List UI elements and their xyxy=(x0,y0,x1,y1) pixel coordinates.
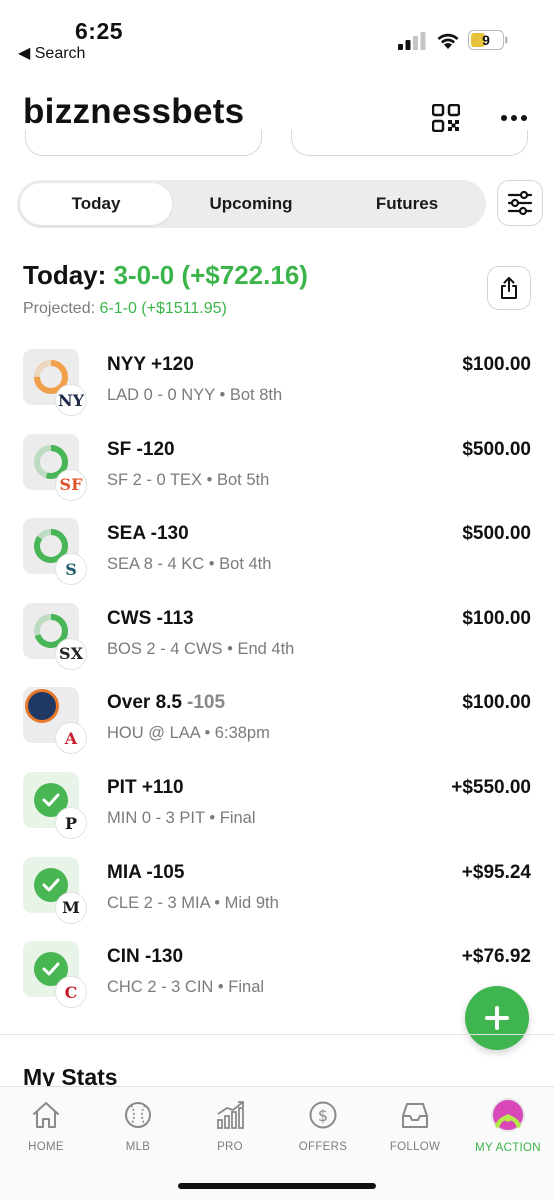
battery-level: 9 xyxy=(482,32,490,48)
bet-row[interactable]: S SEA -130 SEA 8 - 4 KC • Bot 4th $500.00 xyxy=(0,515,554,599)
bet-row[interactable]: P PIT +110 MIN 0 - 3 PIT • Final +$550.00 xyxy=(0,769,554,853)
projected-label: Projected: xyxy=(23,300,96,317)
bet-game-detail: CLE 2 - 3 MIA • Mid 9th xyxy=(107,893,279,912)
tab-upcoming[interactable]: Upcoming xyxy=(175,183,327,225)
plus-icon xyxy=(485,1006,509,1030)
tab-offers[interactable]: $ OFFERS xyxy=(277,1087,369,1167)
bet-amount: $500.00 xyxy=(462,523,531,545)
wifi-icon xyxy=(437,33,459,49)
my-stats-heading: My Stats xyxy=(23,1064,118,1086)
home-indicator[interactable] xyxy=(178,1183,376,1189)
avatar-icon xyxy=(491,1098,525,1132)
bet-row[interactable]: SX CWS -113 BOS 2 - 4 CWS • End 4th $100.00 xyxy=(0,600,554,684)
bet-pick-label: MIA -105 xyxy=(107,861,185,883)
bet-game-detail: MIN 0 - 3 PIT • Final xyxy=(107,809,256,827)
bet-amount: +$95.24 xyxy=(461,861,531,883)
team-logo-icon: SX xyxy=(55,637,87,670)
inbox-icon xyxy=(402,1103,428,1128)
bet-amount: $100.00 xyxy=(462,607,531,629)
tab-home-label: HOME xyxy=(28,1141,64,1153)
team-logo-icon: P xyxy=(55,807,87,839)
tab-offers-label: OFFERS xyxy=(298,1141,348,1153)
bet-pick: CIN -130 xyxy=(107,946,183,968)
projected-summary: Projected: 6-1-0 (+$1511.95) xyxy=(23,300,227,318)
bet-amount: $500.00 xyxy=(462,438,531,460)
tab-pro[interactable]: PRO xyxy=(184,1087,276,1167)
team-logo-icon: NY xyxy=(55,384,87,416)
tab-my-action[interactable]: MY ACTION xyxy=(462,1087,554,1167)
bet-pick-label: CIN -130 xyxy=(107,946,184,968)
bet-pick-label: SEA -130 xyxy=(107,523,189,545)
tab-my-action-label: MY ACTION xyxy=(475,1142,541,1154)
status-time: 6:25 xyxy=(75,18,124,44)
tab-follow[interactable]: FOLLOW xyxy=(369,1087,461,1167)
baseball-icon xyxy=(125,1102,151,1128)
home-icon xyxy=(33,1102,59,1128)
bet-game-detail: BOS 2 - 4 CWS • End 4th xyxy=(107,639,295,658)
page-title: bizznessbets xyxy=(23,92,245,131)
bet-pick: NYY +120 xyxy=(107,354,194,376)
tab-home[interactable]: HOME xyxy=(0,1087,92,1167)
bet-odds: -105 xyxy=(187,692,226,714)
bet-pick: SF -120 xyxy=(107,439,175,461)
team-logo-icon: M xyxy=(55,891,87,924)
add-bet-button[interactable] xyxy=(465,986,529,1050)
bet-game-detail: SEA 8 - 4 KC • Bot 4th xyxy=(107,555,272,574)
bet-game-detail: LAD 0 - 0 NYY • Bot 8th xyxy=(107,386,283,404)
bet-amount: +$550.00 xyxy=(451,777,531,798)
bet-pick-label: PIT +110 xyxy=(107,777,184,798)
tab-mlb-label: MLB xyxy=(125,1141,151,1153)
bet-amount: $100.00 xyxy=(462,692,531,714)
cellular-signal-icon xyxy=(398,32,426,50)
tab-mlb[interactable]: MLB xyxy=(92,1087,184,1167)
dollar-icon: $ xyxy=(309,1101,337,1129)
bet-row[interactable]: SF SF -120 SF 2 - 0 TEX • Bot 5th $500.00 xyxy=(0,431,554,515)
bet-pick-label: Over 8.5 xyxy=(107,692,182,714)
tab-today[interactable]: Today xyxy=(20,183,172,225)
bet-row[interactable]: A Over 8.5 -105 HOU @ LAA • 6:38pm $100.00 xyxy=(0,684,554,768)
qr-code-icon[interactable] xyxy=(432,104,460,132)
tab-futures[interactable]: Futures xyxy=(331,183,483,225)
bet-row[interactable]: M MIA -105 CLE 2 - 3 MIA • Mid 9th +$95.24 xyxy=(0,854,554,938)
bet-pick: CWS -113 xyxy=(107,608,194,630)
bet-game-detail: CHC 2 - 3 CIN • Final xyxy=(107,978,265,997)
bet-amount: $100.00 xyxy=(462,354,531,375)
team-logo-icon: S xyxy=(55,553,87,586)
projected-value: 6-1-0 (+$1511.95) xyxy=(99,300,227,317)
team-logo-icon: SF xyxy=(55,468,87,501)
today-label: Today: xyxy=(23,260,107,290)
bet-pick-label: NYY +120 xyxy=(107,354,194,375)
section-divider xyxy=(0,1034,554,1035)
team-logo-icon: A xyxy=(55,722,87,755)
status-bar: 6:25 ◀ Search 9 xyxy=(0,0,554,70)
more-options-icon[interactable] xyxy=(500,114,528,122)
bet-game-detail: SF 2 - 0 TEX • Bot 5th xyxy=(107,470,270,489)
segmented-tabs: Today Upcoming Futures xyxy=(17,180,486,228)
bet-pick: PIT +110 xyxy=(107,777,184,799)
today-summary: Today: 3-0-0 (+$722.16) xyxy=(23,260,308,291)
card-peek-right xyxy=(291,130,528,156)
share-button[interactable] xyxy=(487,266,531,310)
tab-pro-label: PRO xyxy=(217,1141,243,1153)
chart-icon xyxy=(217,1101,244,1129)
bet-pick: MIA -105 xyxy=(107,862,184,884)
svg-text:$: $ xyxy=(318,1106,328,1125)
bet-pick-label: SF -120 xyxy=(107,438,175,460)
sliders-icon xyxy=(507,190,533,216)
team-logo-icon: C xyxy=(55,976,87,1009)
tab-follow-label: FOLLOW xyxy=(389,1141,441,1153)
bet-row[interactable]: NY NYY +120 LAD 0 - 0 NYY • Bot 8th $100.00 xyxy=(0,346,554,430)
bet-pick-label: CWS -113 xyxy=(107,607,194,629)
bet-amount: +$76.92 xyxy=(461,946,531,968)
team-logo-icon xyxy=(25,689,59,724)
share-icon xyxy=(501,277,517,299)
back-to-search-link[interactable]: ◀ Search xyxy=(18,43,85,63)
card-peek-left xyxy=(25,130,262,156)
today-record: 3-0-0 (+$722.16) xyxy=(113,260,308,290)
bet-pick: Over 8.5 -105 xyxy=(107,692,225,714)
filter-button[interactable] xyxy=(497,180,543,226)
bet-pick: SEA -130 xyxy=(107,523,189,545)
bet-game-detail: HOU @ LAA • 6:38pm xyxy=(107,724,270,743)
